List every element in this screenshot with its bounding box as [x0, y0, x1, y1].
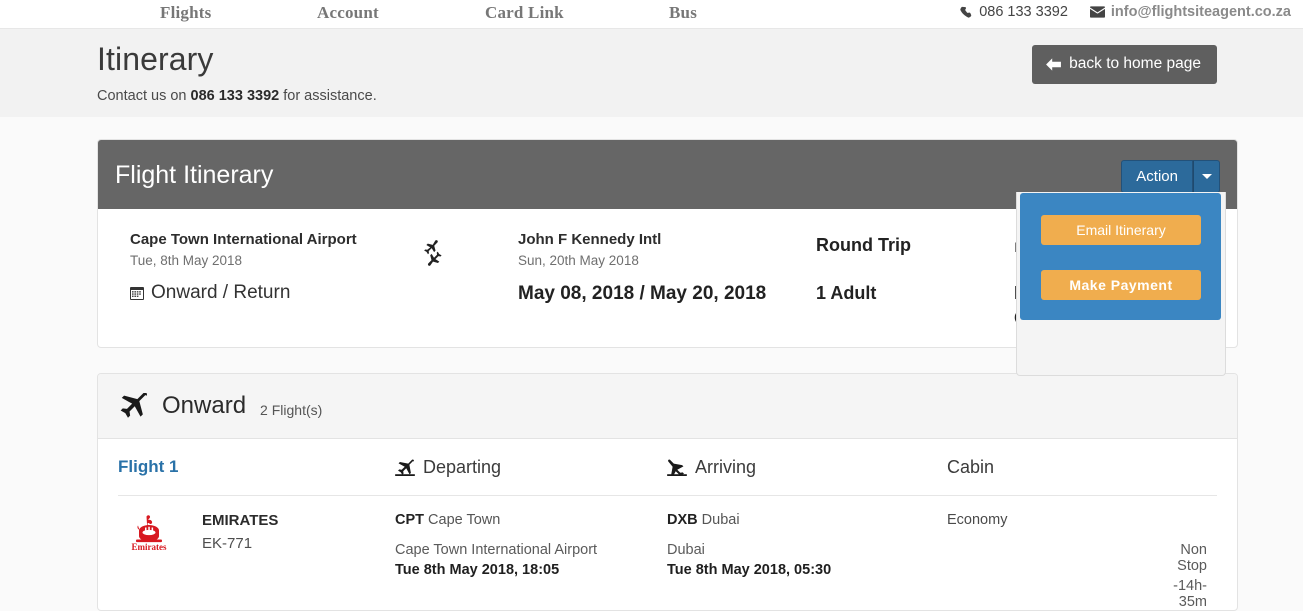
onward-return-label: Onward / Return [130, 282, 290, 304]
chevron-down-icon [1201, 174, 1212, 179]
arrival-datetime: Tue 8th May 2018, 05:30 [667, 562, 832, 578]
svg-text:Emirates: Emirates [132, 542, 167, 552]
stops-cell: Non Stop -14h-35m [1172, 512, 1217, 610]
nav-email[interactable]: info@flightsiteagent.co.za [1089, 4, 1291, 20]
column-header-arriving-label: Arriving [695, 456, 757, 477]
plane-departure-icon [395, 459, 415, 476]
stops-value: Non Stop [1177, 542, 1207, 574]
page-subtitle: Contact us on 086 133 3392 for assistanc… [97, 88, 377, 104]
arrow-left-icon [1046, 57, 1062, 71]
envelope-icon [1089, 6, 1105, 18]
flight-cabin-stops-cell: Economy Non Stop -14h-35m [947, 512, 1217, 610]
action-button[interactable]: Action [1121, 160, 1193, 193]
onward-title: Onward [162, 392, 247, 419]
nav-phone-number: 086 133 3392 [979, 4, 1068, 20]
airplane-icon [118, 393, 148, 419]
nav-phone[interactable]: 086 133 3392 [960, 4, 1068, 20]
flight-duration: -14h-35m [1173, 578, 1207, 610]
contact-prefix-text: Contact us on [97, 88, 191, 104]
destination-airport: John F Kennedy Intl [518, 231, 662, 248]
onward-section-header: Onward 2 Flight(s) [98, 374, 1237, 439]
origin-airport: Cape Town International Airport [130, 231, 357, 248]
nav-item-flights[interactable]: Flights [160, 3, 211, 23]
nav-contact-info: 086 133 3392 info@flightsiteagent.co.za [960, 4, 1291, 20]
flight-table-header: Flight 1 Departing Arriving Cabin [118, 439, 1217, 496]
nav-item-account[interactable]: Account [317, 3, 379, 23]
summary-dates-label: Onward / Return [130, 282, 290, 304]
departure-city: Cape Town [428, 512, 501, 528]
column-header-flight: Flight 1 [118, 457, 179, 476]
cabin-class: Economy [947, 512, 1008, 528]
airline-info: EMIRATES EK-771 [202, 512, 278, 552]
summary-dates-value: May 08, 2018 / May 20, 2018 [518, 283, 766, 305]
departure-datetime: Tue 8th May 2018, 18:05 [395, 562, 560, 578]
summary-passengers: 1 Adult [816, 283, 876, 304]
flight-arriving-cell: DXB Dubai Dubai Tue 8th May 2018, 05:30 [667, 512, 947, 610]
passengers-value: 1 Adult [816, 283, 877, 303]
flight-departing-cell: CPT Cape Town Cape Town International Ai… [395, 512, 667, 610]
column-header-arriving: Arriving [667, 457, 947, 478]
origin-date: Tue, 8th May 2018 [130, 253, 243, 268]
nav-item-card-link[interactable]: Card Link [485, 3, 564, 23]
onward-return-text: Onward / Return [151, 282, 291, 303]
back-to-home-page-button[interactable]: back to home page [1032, 45, 1217, 84]
onward-flight-count: 2 Flight(s) [260, 401, 323, 418]
email-itinerary-button[interactable]: Email Itinerary [1041, 215, 1201, 245]
contact-phone-text: 086 133 3392 [190, 88, 280, 104]
departure-airport-name: Cape Town International Airport [395, 542, 598, 558]
trip-type-value: Round Trip [816, 235, 911, 255]
column-header-departing: Departing [395, 457, 667, 478]
make-payment-button[interactable]: Make Payment [1041, 270, 1201, 300]
top-navigation-bar: Flights Account Card Link Bus 086 133 33… [0, 0, 1303, 29]
departure-airport-code: CPT [395, 512, 424, 528]
onward-section: Onward 2 Flight(s) Flight 1 Departing Ar… [97, 373, 1238, 611]
page-title: Itinerary [97, 41, 214, 77]
destination-date: Sun, 20th May 2018 [518, 253, 639, 268]
column-header-cabin: Cabin [947, 456, 995, 477]
flight-row: Emirates EMIRATES EK-771 CPT Cape Town C… [118, 496, 1217, 610]
flight-block: Flight 1 Departing Arriving Cabin Emirat… [98, 439, 1237, 610]
summary-trip-type: Round Trip [816, 235, 911, 256]
page-header-band: Itinerary Contact us on 086 133 3392 for… [0, 29, 1303, 117]
emirates-logo-icon: Emirates [118, 512, 180, 552]
plane-arrival-icon [667, 459, 687, 476]
airline-name: EMIRATES [202, 512, 279, 529]
nav-email-address: info@flightsiteagent.co.za [1110, 4, 1291, 20]
departure-code-city: CPT Cape Town [395, 512, 667, 528]
action-dropdown-toggle[interactable] [1193, 160, 1220, 193]
arrival-airport-name: Dubai [667, 542, 705, 558]
arrival-city: Dubai [701, 512, 740, 528]
action-button-group: Action [1121, 160, 1220, 193]
phone-icon [960, 6, 973, 19]
calendar-icon [130, 286, 144, 301]
travel-dates-value: May 08, 2018 / May 20, 2018 [518, 283, 767, 304]
flight-exchange-icon [418, 239, 448, 272]
cabin-cell: Economy [947, 512, 1172, 610]
action-panel: Email Itinerary Make Payment [1020, 193, 1221, 320]
back-to-home-page-label: back to home page [1069, 55, 1201, 72]
arrival-code-city: DXB Dubai [667, 512, 947, 528]
column-header-departing-label: Departing [423, 456, 502, 477]
flight-airline-cell: Emirates EMIRATES EK-771 [118, 512, 395, 610]
summary-destination: John F Kennedy Intl Sun, 20th May 2018 [518, 231, 661, 268]
flight-itinerary-title: Flight Itinerary [115, 161, 274, 189]
flight-number: EK-771 [202, 535, 253, 552]
contact-suffix-text: for assistance. [279, 88, 377, 104]
arrival-airport-code: DXB [667, 512, 698, 528]
summary-origin: Cape Town International Airport Tue, 8th… [130, 231, 357, 268]
nav-item-bus[interactable]: Bus [669, 3, 697, 23]
